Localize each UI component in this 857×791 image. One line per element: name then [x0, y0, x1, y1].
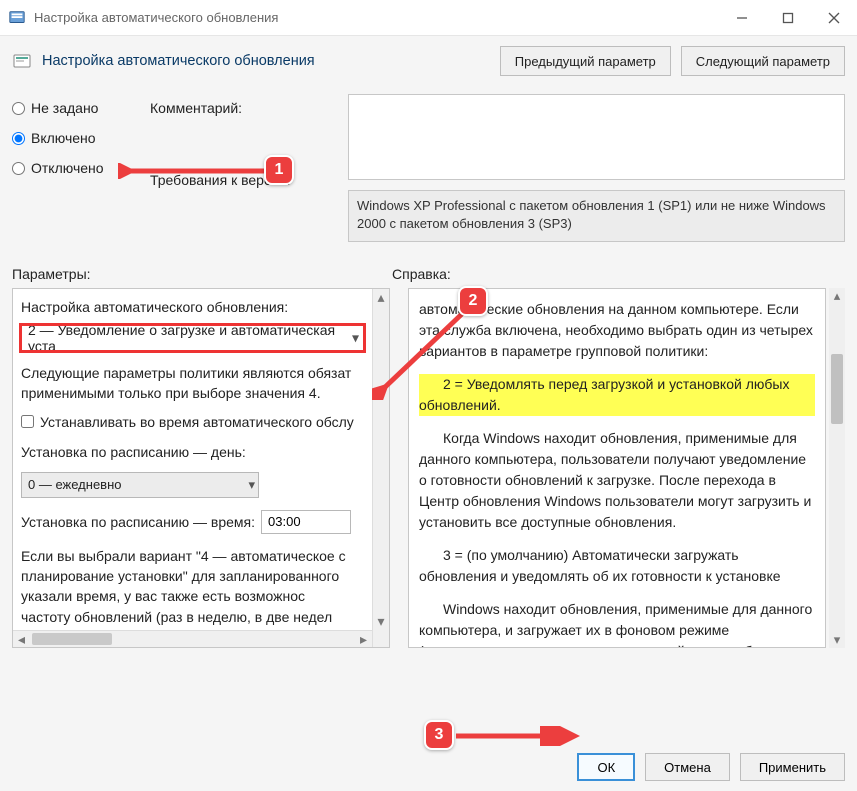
window-title: Настройка автоматического обновления — [34, 10, 719, 25]
radio-not-configured[interactable]: Не задано — [12, 100, 132, 116]
policy-icon — [12, 51, 32, 71]
following-params-text: Следующие параметры политики являются об… — [21, 363, 364, 404]
params-vscrollbar[interactable]: ▴ ▾ — [372, 289, 389, 647]
scroll-up-icon[interactable]: ▴ — [373, 289, 389, 306]
comment-label: Комментарий: — [150, 100, 330, 116]
help-section-label: Справка: — [392, 266, 845, 282]
comment-textarea[interactable] — [348, 94, 845, 180]
radio-not-configured-label: Не задано — [31, 100, 98, 116]
app-icon — [8, 9, 26, 27]
config-combo[interactable]: 2 — Уведомление о загрузке и автоматичес… — [21, 325, 364, 351]
cancel-button[interactable]: Отмена — [645, 753, 730, 781]
scroll-right-icon[interactable]: ▸ — [355, 631, 372, 647]
close-button[interactable] — [811, 0, 857, 35]
bottom-params-text: Если вы выбрали вариант "4 — автоматичес… — [21, 546, 364, 630]
annotation-arrow-3 — [450, 726, 580, 746]
auto-maintenance-checkbox-row[interactable]: Устанавливать во время автоматического о… — [21, 414, 364, 430]
scroll-down-icon[interactable]: ▾ — [829, 632, 845, 648]
config-combo-value: 2 — Уведомление о загрузке и автоматичес… — [28, 325, 345, 351]
annotation-marker-1: 1 — [264, 155, 294, 185]
parameters-section-label: Параметры: — [12, 266, 392, 282]
schedule-day-label: Установка по расписанию — день: — [21, 442, 364, 462]
config-combo-label: Настройка автоматического обновления: — [21, 299, 364, 315]
radio-disabled-input[interactable] — [12, 162, 25, 175]
minimize-button[interactable] — [719, 0, 765, 35]
requirements-label: Требования к версии: — [150, 172, 330, 188]
schedule-time-input[interactable] — [261, 510, 351, 534]
scroll-up-icon[interactable]: ▴ — [829, 288, 845, 304]
vscroll-thumb[interactable] — [831, 354, 843, 424]
params-hscrollbar[interactable]: ◂ ▸ — [13, 630, 372, 647]
schedule-day-combo-value: 0 — ежедневно — [28, 477, 122, 492]
auto-maintenance-checkbox-label: Устанавливать во время автоматического о… — [40, 414, 354, 430]
help-p2: Когда Windows находит обновления, примен… — [419, 428, 815, 533]
help-highlight: 2 = Уведомлять перед загрузкой и установ… — [419, 374, 815, 416]
maximize-button[interactable] — [765, 0, 811, 35]
radio-disabled-label: Отключено — [31, 160, 104, 176]
parameters-pane: Настройка автоматического обновления: 2 … — [12, 288, 390, 648]
ok-button[interactable]: ОК — [577, 753, 635, 781]
scroll-left-icon[interactable]: ◂ — [13, 631, 30, 647]
radio-enabled[interactable]: Включено — [12, 130, 132, 146]
annotation-marker-2: 2 — [458, 286, 488, 316]
requirements-textbox: Windows XP Professional с пакетом обновл… — [348, 190, 845, 242]
radio-enabled-input[interactable] — [12, 132, 25, 145]
help-p3: 3 = (по умолчанию) Автоматически загружа… — [419, 545, 815, 587]
schedule-day-combo[interactable]: 0 — ежедневно ▾ — [21, 472, 259, 498]
help-p4: Windows находит обновления, применимые д… — [419, 599, 815, 648]
help-vscrollbar[interactable]: ▴ ▾ — [829, 288, 845, 648]
annotation-marker-3: 3 — [424, 720, 454, 750]
previous-parameter-button[interactable]: Предыдущий параметр — [500, 46, 671, 76]
radio-not-configured-input[interactable] — [12, 102, 25, 115]
radio-enabled-label: Включено — [31, 130, 96, 146]
help-pane: автоматические обновления на данном комп… — [408, 288, 826, 648]
next-parameter-button[interactable]: Следующий параметр — [681, 46, 845, 76]
policy-title: Настройка автоматического обновления — [42, 53, 490, 69]
chevron-down-icon: ▾ — [352, 330, 359, 347]
radio-disabled[interactable]: Отключено — [12, 160, 132, 176]
hscroll-thumb[interactable] — [32, 633, 112, 645]
chevron-down-icon: ▾ — [248, 477, 255, 493]
auto-maintenance-checkbox[interactable] — [21, 415, 34, 428]
schedule-time-label: Установка по расписанию — время: — [21, 514, 255, 530]
scroll-down-icon[interactable]: ▾ — [373, 613, 389, 630]
apply-button[interactable]: Применить — [740, 753, 845, 781]
